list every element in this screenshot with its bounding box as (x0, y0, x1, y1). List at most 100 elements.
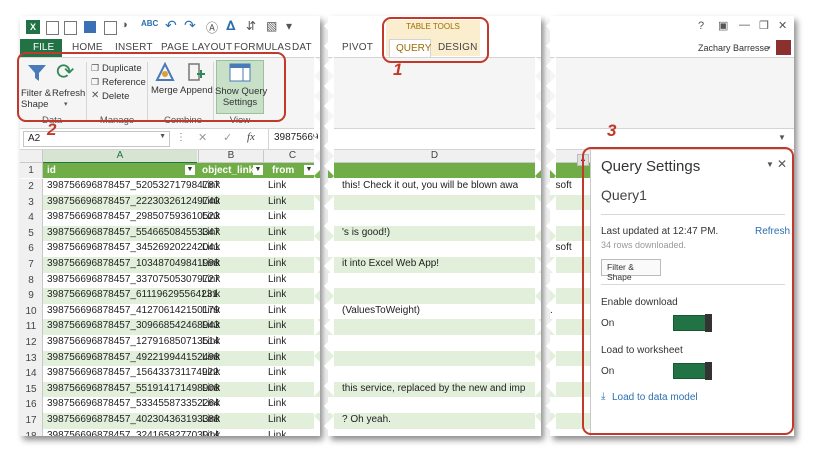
ai-icon[interactable]: Ⓐ (206, 19, 218, 36)
cell-from[interactable]: Link (268, 227, 286, 238)
chart-icon[interactable]: ▧ (266, 19, 277, 33)
cell-object-link[interactable]: Link (202, 352, 220, 363)
restore-icon[interactable]: ❐ (759, 19, 769, 32)
customize-icon[interactable]: ▾ (286, 19, 292, 33)
cell-object-link[interactable]: Link (202, 305, 220, 316)
cell-id[interactable]: 398756696878457_492219944152498 (47, 352, 219, 363)
cell-id[interactable]: 398756696878457_533455873352264 (47, 398, 219, 409)
cell-message[interactable]: this! Check it out, you will be blown aw… (342, 180, 518, 191)
cell-id[interactable]: 398756696878457_611196295564231 (47, 289, 218, 300)
cell-object-link[interactable]: Link (202, 383, 220, 394)
cell-object-link[interactable]: Link (202, 398, 220, 409)
cell-message[interactable]: ? Oh yeah. (342, 414, 391, 425)
cell-object-link[interactable]: Link (202, 367, 220, 378)
cell-id[interactable]: 398756696878457_222303261249740 (47, 196, 219, 207)
tab-powerpivot[interactable]: PIVOT (342, 42, 373, 53)
minimize-icon[interactable]: — (739, 19, 750, 31)
select-all-corner[interactable] (20, 150, 43, 162)
cell-id[interactable]: 398756696878457_402304363193388 (47, 414, 219, 425)
table-row: 3 398756696878457_222303261249740 Link Link (20, 194, 320, 212)
cell-object-link[interactable]: Link (202, 289, 220, 300)
cell-from[interactable]: Link (268, 414, 286, 425)
cell-from[interactable]: Link (268, 211, 286, 222)
user-name[interactable]: Zachary Barresse (698, 43, 769, 53)
cell-from[interactable]: Link (268, 242, 286, 253)
cell-object-link[interactable]: Link (202, 258, 220, 269)
new-file-icon[interactable] (46, 21, 59, 35)
cell-id[interactable]: 398756696878457_298507593610523 (47, 211, 219, 222)
save-icon[interactable] (84, 21, 96, 33)
cell-object-link[interactable]: Link (202, 274, 220, 285)
cell-id[interactable]: 398756696878457_551914171498908 (47, 383, 219, 394)
cell-from[interactable]: Link (268, 430, 286, 436)
cell-message[interactable]: it into Excel Web App! (342, 258, 439, 269)
sort-icon[interactable]: ⇵ (246, 19, 256, 33)
cell-id[interactable]: 398756696878457_345269202242041 (47, 242, 219, 253)
cell-from[interactable]: Link (268, 274, 286, 285)
cell-object-link[interactable]: Link (202, 196, 220, 207)
cell-id[interactable]: 398756696878457_156433731174922 (47, 367, 219, 378)
function-icon[interactable]: 𝚫 (226, 18, 236, 34)
cell-id[interactable]: 398756696878457_412706142150179 (47, 305, 219, 316)
cell-from[interactable]: Link (268, 258, 286, 269)
cell-from[interactable]: Link (268, 196, 286, 207)
close-icon[interactable]: ✕ (778, 19, 787, 32)
cell-object-link[interactable]: Link (202, 242, 220, 253)
cell-object-link[interactable]: Link (202, 180, 220, 191)
cell-id[interactable]: 398756696878457_324165827703914 (47, 430, 219, 436)
column-header-c[interactable]: C (263, 150, 320, 162)
cell-object-link[interactable]: Link (202, 430, 220, 436)
cell-message[interactable]: 's is good!) (342, 227, 390, 238)
user-dropdown-icon[interactable]: ▾ (767, 44, 771, 52)
cell-object-link[interactable]: Link (202, 414, 220, 425)
cell-id[interactable]: 398756696878457_127916850713514 (47, 336, 219, 347)
cell-object-link[interactable]: Link (202, 211, 220, 222)
torn-edge (314, 16, 320, 436)
redo-icon[interactable]: ↷ (184, 17, 196, 34)
cell-id[interactable]: 398756696878457_309668542468943 (47, 320, 219, 331)
help-icon[interactable]: ? (698, 20, 704, 32)
cell-from[interactable]: Link (268, 352, 286, 363)
cell-object-link[interactable]: Link (202, 336, 220, 347)
cell-message[interactable]: this service, replaced by the new and im… (342, 383, 525, 394)
tab-data[interactable]: DAT (292, 42, 312, 53)
filter-dropdown-icon[interactable]: ▼ (185, 165, 195, 175)
cell-from[interactable]: Link (268, 289, 286, 300)
confirm-entry-icon[interactable]: ✓ (223, 131, 232, 144)
name-box-dropdown-icon[interactable]: ▼ (159, 133, 166, 140)
cell-from[interactable]: Link (268, 398, 286, 409)
table-row: 15 398756696878457_551914171498908 Link Lin… (20, 381, 320, 399)
avatar[interactable] (776, 40, 791, 55)
cell-from[interactable]: Link (268, 336, 286, 347)
name-box[interactable]: A2 ▼ (23, 131, 170, 147)
cell-from[interactable]: Link (268, 180, 286, 191)
undo-icon[interactable]: ↶ (165, 17, 177, 34)
expand-formula-bar-icon[interactable]: ▼ (778, 133, 786, 142)
cell-from[interactable]: Link (268, 383, 286, 394)
cell-id[interactable]: 398756696878457_554665084553347 (47, 227, 219, 238)
cell-from[interactable]: Link (268, 320, 286, 331)
cell-message[interactable]: (ValuesToWeight) (342, 305, 420, 316)
print-icon[interactable] (104, 21, 117, 35)
cell-from[interactable]: Link (268, 367, 286, 378)
insert-function-icon[interactable]: fx (247, 131, 255, 143)
print-preview-icon[interactable]: ◑ (121, 19, 128, 31)
cell-from[interactable]: Link (268, 305, 286, 316)
header-from: from (272, 165, 295, 176)
cell-id[interactable]: 398756696878457_103487049841998 (47, 258, 219, 269)
spelling-icon[interactable]: ABC (141, 19, 158, 28)
cell-object-link[interactable]: Link (202, 227, 220, 238)
filter-dropdown-icon[interactable]: ▼ (253, 165, 263, 175)
ribbon-display-icon[interactable]: ▣ (718, 19, 728, 32)
cell-object-link[interactable]: Link (202, 320, 220, 331)
open-file-icon[interactable] (64, 21, 77, 35)
cell-id[interactable]: 398756696878457_520532717984787 (47, 180, 219, 191)
filter-dropdown-icon[interactable]: ▼ (304, 165, 314, 175)
table-row: 16 398756696878457_533455873352264 Link Lin… (20, 397, 320, 414)
column-header-d[interactable]: D (328, 150, 541, 161)
column-header-a[interactable]: A (43, 150, 197, 164)
column-header-b[interactable]: B (198, 150, 263, 162)
cell-id[interactable]: 398756696878457_337075053079727 (47, 274, 219, 285)
cancel-entry-icon[interactable]: ✕ (198, 131, 207, 144)
formula-input[interactable]: 39875669 (274, 132, 319, 143)
